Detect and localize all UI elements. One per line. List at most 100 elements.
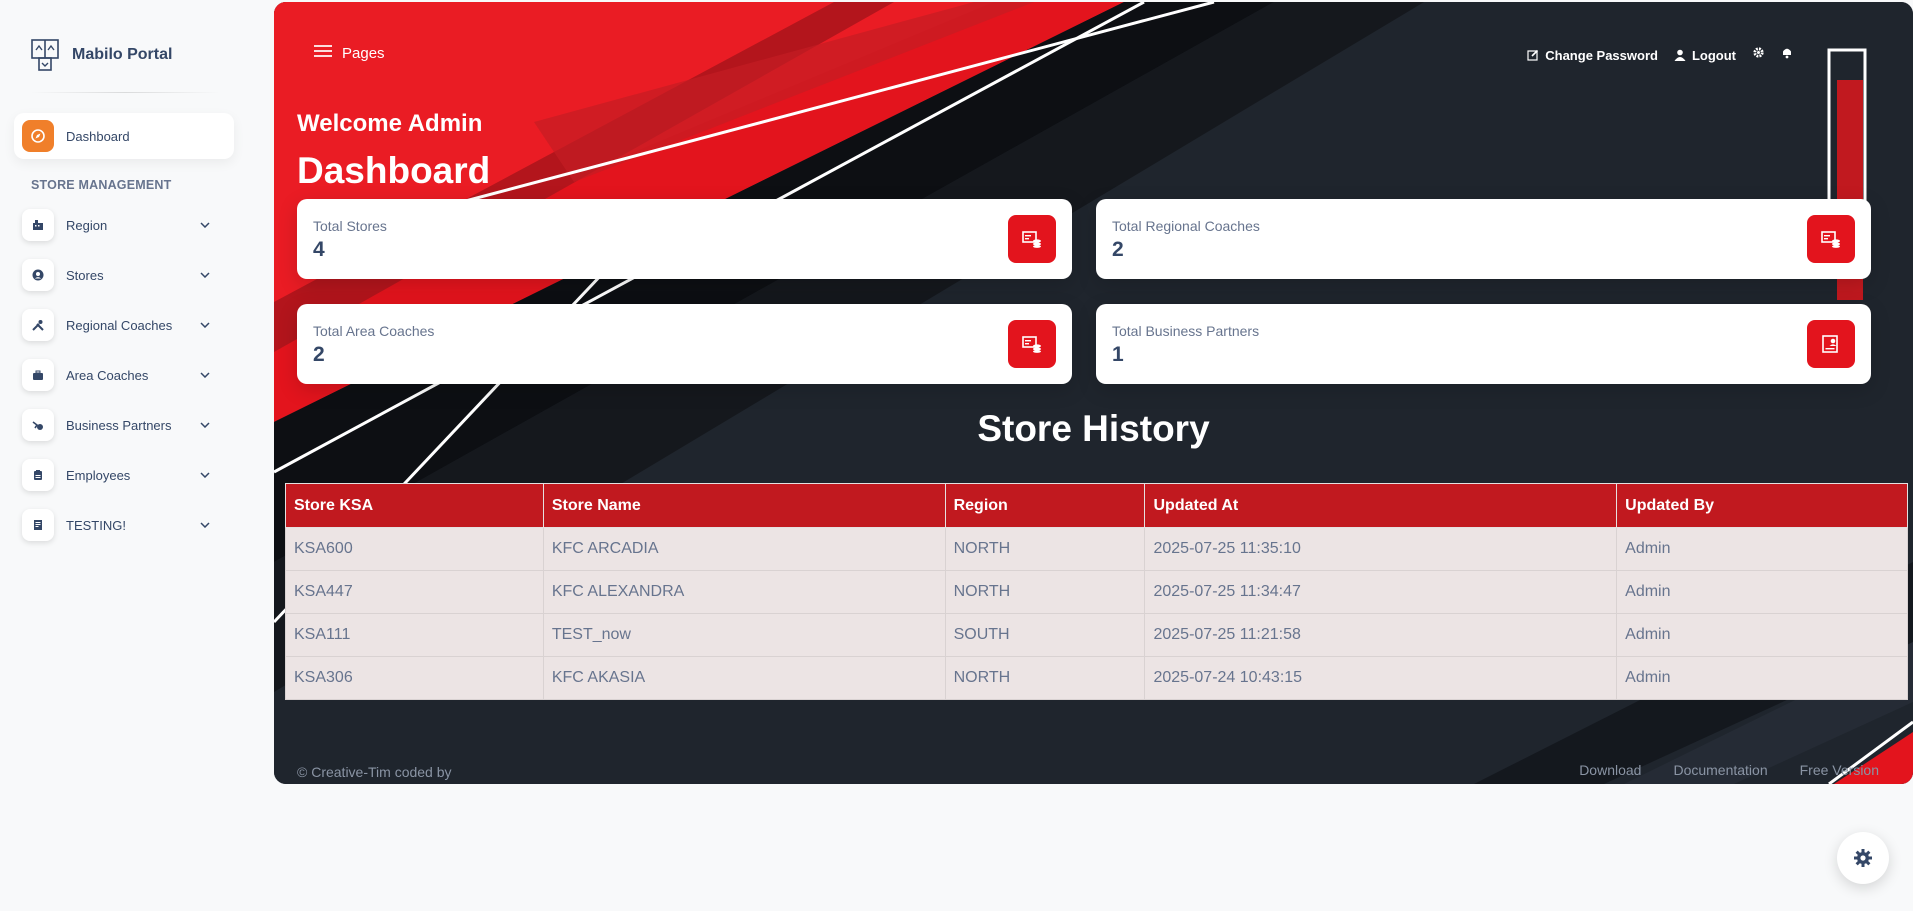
store-icon	[1008, 320, 1056, 368]
table-cell: KSA447	[285, 570, 544, 614]
welcome-text: Welcome Admin	[297, 110, 483, 137]
stat-value: 2	[313, 343, 325, 366]
store-history-table: Store KSA Store Name Region Updated At U…	[285, 483, 1908, 700]
sidebar-item-label: Area Coaches	[66, 367, 149, 383]
stat-label: Total Area Coaches	[313, 323, 435, 339]
table-cell: TEST_now	[542, 613, 946, 657]
table-cell: KSA600	[285, 527, 544, 571]
chevron-down-icon	[198, 468, 212, 482]
table-cell: SOUTH	[944, 613, 1146, 657]
table-cell: 2025-07-25 11:35:10	[1144, 527, 1618, 571]
logout-label: Logout	[1691, 47, 1736, 63]
table-cell: 2025-07-25 11:21:58	[1144, 613, 1618, 657]
page-title: Dashboard	[297, 150, 491, 191]
stat-value: 1	[1112, 343, 1124, 366]
sidebar-item-label: Stores	[66, 267, 104, 283]
stat-card-total-business-partners: Total Business Partners 1	[1096, 304, 1871, 384]
sidebar-item-regional-coaches[interactable]: Regional Coaches	[14, 302, 234, 348]
footer-copyright: © Creative-Tim coded by	[297, 764, 452, 780]
sidebar-item-employees[interactable]: Employees	[14, 452, 234, 498]
store-icon	[1807, 215, 1855, 263]
table-cell: Admin	[1616, 570, 1908, 614]
table-row[interactable]: KSA447 KFC ALEXANDRA NORTH 2025-07-25 11…	[285, 570, 1908, 614]
breadcrumb[interactable]: Pages	[342, 45, 385, 62]
settings-fab[interactable]	[1837, 832, 1889, 884]
table-cell: KFC ALEXANDRA	[542, 570, 946, 614]
sidebar-item-label: Employees	[66, 467, 131, 483]
stat-value: 2	[1112, 238, 1124, 261]
chevron-down-icon	[198, 268, 212, 282]
table-cell: KSA111	[285, 613, 544, 657]
sidebar-item-dashboard[interactable]: Dashboard	[14, 113, 234, 159]
footer-link-free-version[interactable]: Free Version	[1800, 762, 1879, 778]
store-icon	[1008, 215, 1056, 263]
table-cell: Admin	[1616, 656, 1908, 700]
footer-link-documentation[interactable]: Documentation	[1673, 762, 1767, 778]
settings-icon[interactable]	[1752, 46, 1765, 64]
sidebar-item-area-coaches[interactable]: Area Coaches	[14, 352, 234, 398]
sidebar-item-label: Regional Coaches	[66, 317, 173, 333]
stat-card-total-regional-coaches: Total Regional Coaches 2	[1096, 199, 1871, 279]
logout-link[interactable]: Logout	[1674, 48, 1736, 63]
column-header[interactable]: Updated At	[1144, 483, 1618, 528]
table-cell: Admin	[1616, 613, 1908, 657]
change-password-link[interactable]: Change Password	[1527, 48, 1658, 63]
stat-value: 4	[313, 238, 325, 261]
brand-name: Mabilo Portal	[72, 46, 173, 63]
topbar-right: Change Password Logout	[1527, 46, 1793, 64]
table-cell: NORTH	[944, 656, 1146, 700]
sidebar-item-business-partners[interactable]: Business Partners	[14, 402, 234, 448]
stat-label: Total Stores	[313, 218, 387, 234]
brand[interactable]: Mabilo Portal	[30, 38, 172, 72]
sidebar-item-label: TESTING!	[66, 517, 126, 533]
table-cell: KSA306	[285, 656, 544, 700]
gear-icon	[1854, 849, 1872, 867]
main-panel: Pages Change Password Logout Welcome Adm…	[274, 2, 1913, 784]
sidebar-item-testing[interactable]: TESTING!	[14, 502, 234, 548]
table-cell: KFC AKASIA	[542, 656, 946, 700]
table-cell: 2025-07-25 11:34:47	[1144, 570, 1618, 614]
column-header[interactable]: Store Name	[542, 483, 946, 528]
id-badge-icon	[22, 459, 54, 491]
table-row[interactable]: KSA306 KFC AKASIA NORTH 2025-07-24 10:43…	[285, 656, 1908, 700]
sidebar-item-label: Dashboard	[66, 128, 130, 144]
chevron-down-icon	[198, 218, 212, 232]
stat-label: Total Regional Coaches	[1112, 218, 1260, 234]
column-header[interactable]: Store KSA	[285, 483, 544, 528]
table-row[interactable]: KSA111 TEST_now SOUTH 2025-07-25 11:21:5…	[285, 613, 1908, 657]
chevron-down-icon	[198, 368, 212, 382]
user-circle-icon	[22, 259, 54, 291]
tools-icon	[22, 309, 54, 341]
briefcase-icon	[22, 359, 54, 391]
sidebar: Mabilo Portal Dashboard STORE MANAGEMENT…	[0, 0, 240, 911]
store-history-title: Store History	[977, 408, 1210, 449]
topbar-left: Pages	[314, 44, 385, 63]
footer-link-download[interactable]: Download	[1579, 762, 1641, 778]
stat-card-total-area-coaches: Total Area Coaches 2	[297, 304, 1072, 384]
table-cell: 2025-07-24 10:43:15	[1144, 656, 1618, 700]
footer-links: Download Documentation Free Version	[1579, 762, 1879, 778]
table-row[interactable]: KSA600 KFC ARCADIA NORTH 2025-07-25 11:3…	[285, 527, 1908, 571]
building-icon	[22, 209, 54, 241]
chevron-down-icon	[198, 318, 212, 332]
sidebar-item-region[interactable]: Region	[14, 202, 234, 248]
bell-icon[interactable]	[1781, 46, 1793, 64]
chevron-down-icon	[198, 418, 212, 432]
sidebar-divider	[30, 92, 220, 93]
sidebar-item-stores[interactable]: Stores	[14, 252, 234, 298]
sidebar-item-label: Business Partners	[66, 417, 172, 433]
column-header[interactable]: Updated By	[1616, 483, 1908, 528]
chevron-down-icon	[198, 518, 212, 532]
table-cell: NORTH	[944, 570, 1146, 614]
edit-icon	[1527, 49, 1539, 61]
column-header[interactable]: Region	[944, 483, 1146, 528]
table-cell: NORTH	[944, 527, 1146, 571]
user-icon	[1674, 49, 1686, 61]
brand-logo-icon	[31, 39, 59, 71]
contact-card-icon	[1807, 320, 1855, 368]
stat-label: Total Business Partners	[1112, 323, 1260, 339]
menu-icon[interactable]	[314, 44, 332, 63]
table-header-row: Store KSA Store Name Region Updated At U…	[285, 483, 1908, 528]
change-password-label: Change Password	[1545, 47, 1658, 63]
compass-icon	[22, 120, 54, 152]
